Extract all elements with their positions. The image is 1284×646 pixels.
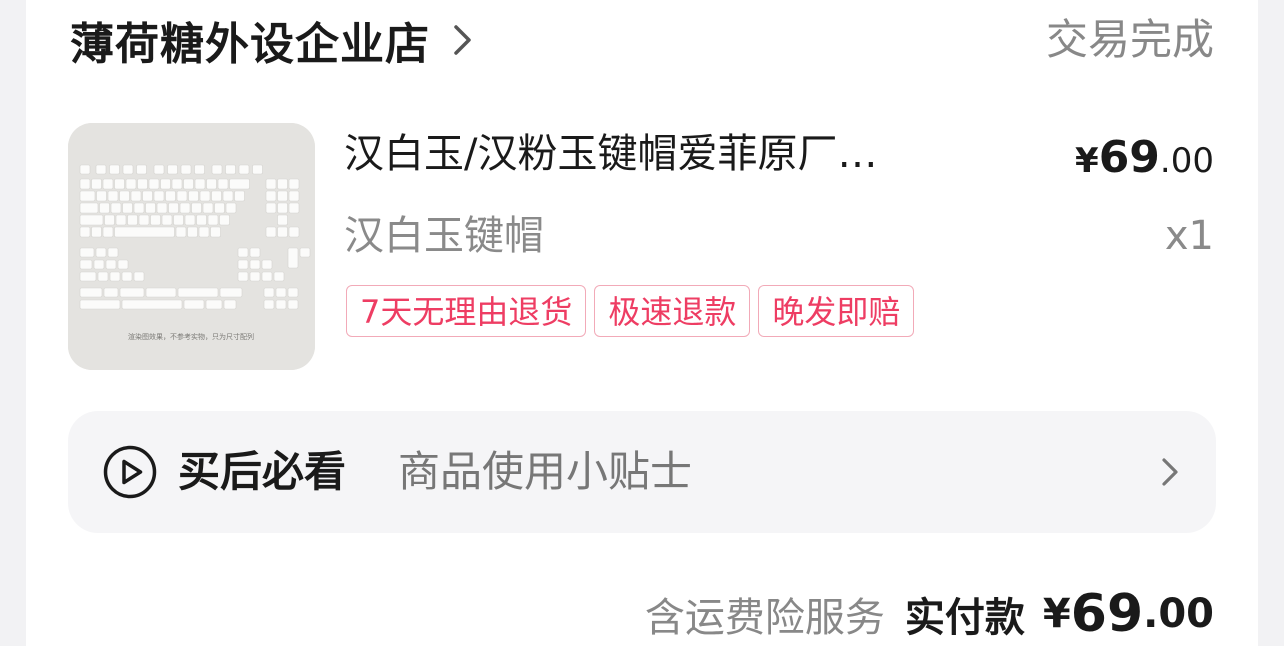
tips-title: 买后必看 — [178, 447, 347, 496]
chevron-right-icon[interactable] — [448, 21, 476, 59]
shop-header[interactable]: 薄荷糖外设企业店 — [70, 8, 476, 72]
product-quantity: x1 — [1164, 213, 1214, 259]
order-status: 交易完成 — [1045, 15, 1214, 64]
service-tags: 7天无理由退货 极速退款 晚发即赔 — [346, 285, 915, 337]
chevron-right-icon — [1162, 458, 1178, 486]
tips-subtitle: 商品使用小贴士 — [398, 447, 693, 496]
paid-decimal: .00 — [1143, 591, 1214, 637]
paid-amount-label: 实付款 — [904, 595, 1025, 641]
svg-text:渲染图效果，不参考实物，只为尺寸配列: 渲染图效果，不参考实物，只为尺寸配列 — [128, 332, 254, 341]
product-sku: 汉白玉键帽 — [344, 213, 544, 259]
tag-no-reason-return: 7天无理由退货 — [346, 285, 587, 337]
product-image[interactable]: 渲染图效果，不参考实物，只为尺寸配列 — [68, 123, 315, 370]
paid-integer: 69 — [1070, 584, 1144, 644]
tag-fast-refund: 极速退款 — [594, 285, 751, 337]
shop-name[interactable]: 薄荷糖外设企业店 — [70, 8, 430, 72]
after-purchase-tips-bar[interactable]: 买后必看 商品使用小贴士 — [68, 411, 1216, 533]
product-price: ¥69.00 — [1075, 128, 1214, 188]
price-decimal: .00 — [1159, 141, 1214, 181]
paid-currency: ¥ — [1042, 591, 1071, 637]
tag-late-shipping-compensation: 晚发即赔 — [758, 285, 915, 337]
product-title[interactable]: 汉白玉/汉粉玉键帽爱菲原厂… — [344, 124, 994, 184]
play-circle-icon — [103, 445, 157, 499]
price-currency: ¥ — [1075, 141, 1099, 181]
shipping-insurance-text: 含运费险服务 — [644, 595, 885, 641]
price-integer: 69 — [1098, 132, 1160, 183]
keyboard-keycaps-image: 渲染图效果，不参考实物，只为尺寸配列 — [68, 123, 315, 370]
total-row: 含运费险服务 实付款 ¥69.00 — [645, 582, 1214, 646]
